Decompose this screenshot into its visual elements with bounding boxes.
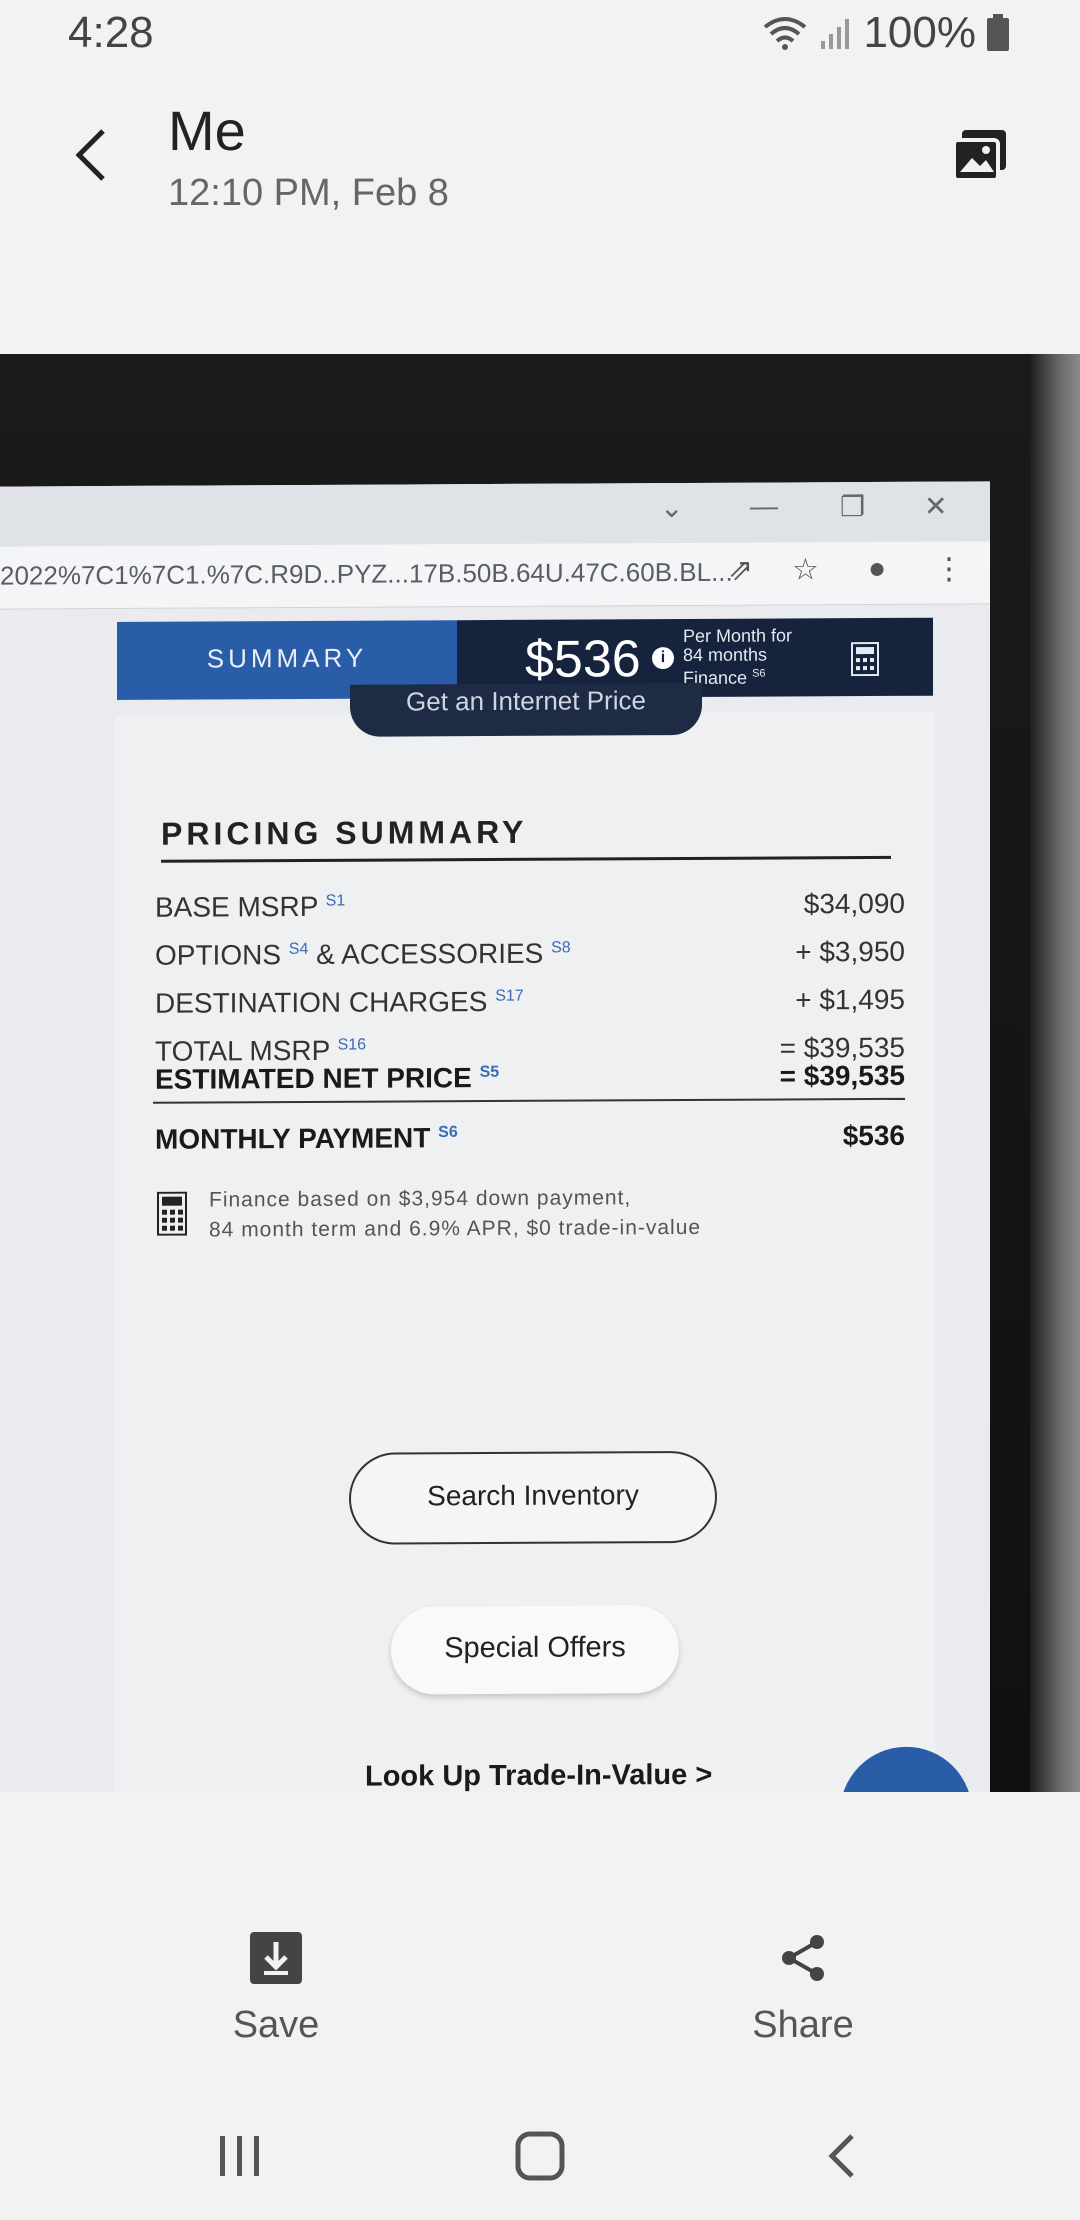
- row-label: MONTHLY PAYMENT: [155, 1122, 431, 1155]
- wifi-icon: [764, 17, 807, 50]
- share-page-icon: ⇗: [728, 553, 754, 587]
- calculator-icon: [851, 641, 879, 677]
- share-icon: [782, 1935, 824, 1981]
- system-nav-bar: [0, 2100, 1080, 2220]
- price-note-line2: 84 months: [683, 644, 768, 666]
- laptop-bezel: [1030, 354, 1080, 1792]
- message-photo[interactable]: ⌄ — ❐ ✕ 2022%7C1%7C1.%7C.R9D..PYZ...17B.…: [0, 354, 1080, 1792]
- row-label: OPTIONS: [155, 939, 282, 971]
- home-icon[interactable]: [500, 2122, 580, 2194]
- signal-icon: [821, 19, 850, 49]
- row-monthly-payment: MONTHLY PAYMENT S6 $536: [155, 1120, 905, 1164]
- monthly-price: $536: [525, 630, 641, 689]
- pricing-content: PRICING SUMMARY BASE MSRP S1 $34,090 OPT…: [115, 711, 972, 1792]
- download-icon: [250, 1932, 302, 1984]
- share-label: Share: [752, 2004, 854, 2046]
- chevron-down-icon: ⌄: [660, 492, 684, 524]
- row-sup2: S8: [551, 939, 571, 957]
- restore-icon: ❐: [840, 491, 866, 523]
- page-title: Me: [168, 99, 246, 162]
- back-button[interactable]: [56, 120, 126, 190]
- star-icon: ☆: [792, 553, 819, 587]
- row-sup: S16: [337, 1036, 367, 1054]
- row-label: TOTAL MSRP: [155, 1034, 330, 1067]
- message-timestamp: 12:10 PM, Feb 8: [168, 172, 449, 214]
- row-sup: S4: [288, 940, 309, 958]
- battery-percent: 100%: [863, 8, 976, 57]
- row-value: = $39,535: [779, 1059, 905, 1092]
- save-label: Save: [232, 2004, 320, 2046]
- gallery-icon[interactable]: [948, 124, 1012, 188]
- finance-details: Finance based on $3,954 down payment, 84…: [209, 1183, 701, 1246]
- photographed-screen: ⌄ — ❐ ✕ 2022%7C1%7C1.%7C.R9D..PYZ...17B.…: [0, 481, 990, 1792]
- price-note: Per Month for 84 months Finance S6: [683, 625, 793, 688]
- row-value: $536: [842, 1119, 905, 1152]
- pricing-heading: PRICING SUMMARY: [161, 813, 528, 852]
- row-sup: S1: [325, 892, 346, 910]
- status-time: 4:28: [68, 8, 154, 57]
- heading-divider: [161, 855, 891, 863]
- row-label2: & ACCESSORIES: [308, 937, 544, 970]
- chat-icon: [840, 1746, 972, 1792]
- minimize-icon: —: [750, 490, 778, 522]
- price-note-sup: S6: [752, 667, 766, 680]
- row-label: DESTINATION CHARGES: [155, 986, 488, 1019]
- status-bar: 4:28 100%: [0, 0, 1080, 72]
- battery-icon: [987, 14, 1009, 51]
- special-offers-label: Special Offers: [444, 1631, 626, 1665]
- row-sup: S5: [479, 1063, 500, 1081]
- address-text: 2022%7C1%7C1.%7C.R9D..PYZ...17B.50B.64U.…: [0, 556, 733, 591]
- calculator-icon: [157, 1191, 187, 1236]
- profile-icon: ●: [868, 551, 887, 586]
- row-destination: DESTINATION CHARGES S17 + $1,495: [155, 984, 905, 1028]
- status-icons: 100%: [761, 8, 1010, 58]
- row-label: ESTIMATED NET PRICE: [155, 1062, 472, 1095]
- row-value: + $3,950: [795, 935, 905, 968]
- address-bar: 2022%7C1%7C1.%7C.R9D..PYZ...17B.50B.64U.…: [0, 541, 990, 610]
- row-sup: S17: [495, 987, 524, 1005]
- row-label: BASE MSRP: [155, 890, 318, 923]
- special-offers-button: Special Offers: [391, 1605, 679, 1695]
- row-estimated-net-price: ESTIMATED NET PRICE S5 = $39,535: [155, 1060, 905, 1104]
- app-bar: Me 12:10 PM, Feb 8: [0, 80, 1080, 230]
- row-value: + $1,495: [795, 983, 905, 1016]
- back-arrow-icon: [75, 129, 105, 181]
- internet-price-label: Get an Internet Price: [406, 685, 646, 717]
- close-icon: ✕: [924, 490, 948, 522]
- row-sup: S6: [438, 1123, 458, 1141]
- recent-apps-icon[interactable]: [200, 2122, 280, 2194]
- finance-line1: Finance based on $3,954 down payment,: [209, 1186, 632, 1212]
- row-value: $34,090: [803, 887, 905, 920]
- browser-titlebar: ⌄ — ❐ ✕: [0, 481, 990, 547]
- search-inventory-button: Search Inventory: [349, 1450, 717, 1545]
- more-icon: ⋮: [934, 552, 964, 586]
- info-icon: i: [652, 647, 674, 670]
- row-base-msrp: BASE MSRP S1 $34,090: [155, 888, 905, 932]
- save-button[interactable]: Save: [196, 1932, 356, 2052]
- search-inventory-label: Search Inventory: [427, 1479, 639, 1512]
- trade-in-link: Look Up Trade-In-Value >: [365, 1758, 713, 1792]
- summary-label: SUMMARY: [206, 642, 368, 674]
- nav-back-icon[interactable]: [806, 2122, 886, 2194]
- price-note-line1: Per Month for: [683, 625, 793, 647]
- finance-line2: 84 month term and 6.9% APR, $0 trade-in-…: [209, 1215, 702, 1242]
- internet-price-button: Get an Internet Price: [350, 682, 702, 737]
- share-button[interactable]: Share: [723, 1932, 883, 2052]
- row-options: OPTIONS S4 & ACCESSORIES S8 + $3,950: [155, 936, 905, 980]
